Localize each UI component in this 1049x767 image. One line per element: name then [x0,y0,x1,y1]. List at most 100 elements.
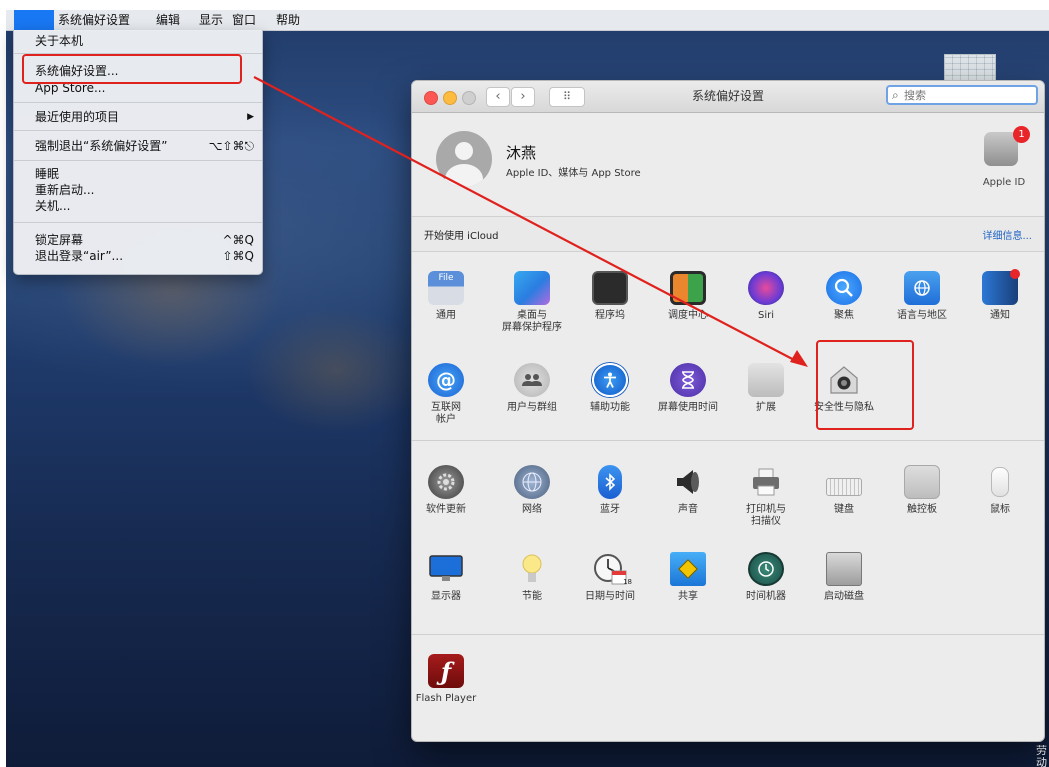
pane-label: 节能 [522,591,542,602]
pane-siri[interactable]: Siri [727,271,805,322]
search-field[interactable]: ⌕ [886,85,1038,105]
printer-icon [748,465,784,499]
display-monitor-icon [428,552,464,586]
menu-separator [14,222,262,223]
menu-item-shutdown[interactable]: 关机... [35,198,254,214]
siri-icon [748,271,784,305]
speaker-icon [670,465,706,499]
search-input[interactable] [904,87,1030,103]
pane-label: 蓝牙 [600,504,620,515]
dock-icon [592,271,628,305]
apple-icon[interactable] [14,10,54,30]
puzzle-piece-icon [748,363,784,397]
general-icon: File [428,271,464,305]
pane-users-groups[interactable]: 用户与群组 [493,363,571,414]
icloud-label: 开始使用 iCloud [424,231,499,242]
pane-general[interactable]: File 通用 [412,271,485,322]
pane-flash-player[interactable]: ƒ Flash Player [412,654,485,705]
clock-calendar-icon: 18 [592,552,632,586]
section-divider [412,634,1044,635]
menu-separator [14,130,262,131]
menu-item-logout[interactable]: 退出登录“air”... ⇧⌘Q [35,248,254,264]
desktop-screensaver-icon [514,271,550,305]
section-divider [412,440,1044,441]
pane-label: 调度中心 [668,310,708,321]
pane-energy-saver[interactable]: 节能 [493,552,571,603]
menu-separator [14,160,262,161]
pane-label: 程序坞 [595,310,625,321]
sharing-folder-icon [670,552,706,586]
user-subtitle: Apple ID、媒体与 App Store [506,168,641,179]
icloud-banner: 开始使用 iCloud 详细信息... [412,216,1044,252]
at-sign-icon: @ [428,363,464,397]
users-icon [514,363,550,397]
pane-label: 鼠标 [990,504,1010,515]
pane-label: 扩展 [756,402,776,413]
pane-desktop-screensaver[interactable]: 桌面与 屏幕保护程序 [493,271,571,334]
pane-keyboard[interactable]: 键盘 [805,465,883,516]
menu-item-restart[interactable]: 重新启动... [35,182,254,198]
calendar-day: 18 [623,578,632,586]
pane-time-machine[interactable]: 时间机器 [727,552,805,603]
pane-language-region[interactable]: 语言与地区 [883,271,961,322]
pane-date-time[interactable]: 18 日期与时间 [571,552,649,603]
user-avatar[interactable] [436,131,492,187]
menu-item-recent-items[interactable]: 最近使用的项目 ▶ [35,109,254,125]
pane-screen-time[interactable]: 屏幕使用时间 [649,363,727,414]
pane-label: 通知 [990,310,1010,321]
menu-help[interactable]: 帮助 [276,10,300,30]
menu-view[interactable]: 显示 [199,10,223,30]
force-quit-shortcut: ⌥⇧⌘⎋ [208,139,254,153]
pane-spotlight[interactable]: 聚焦 [805,271,883,322]
menu-item-force-quit[interactable]: 强制退出“系统偏好设置” ⌥⇧⌘⎋ [35,138,254,154]
apple-id-label: Apple ID [982,177,1026,188]
pane-printers-scanners[interactable]: 打印机与 扫描仪 [727,465,805,528]
pane-sharing[interactable]: 共享 [649,552,727,603]
pane-label: 屏幕使用时间 [658,402,718,413]
menu-item-sleep[interactable]: 睡眠 [35,166,254,182]
pane-label: 软件更新 [426,504,466,515]
mouse-icon [982,465,1018,499]
pane-software-update[interactable]: 软件更新 [412,465,485,516]
pane-accessibility[interactable]: 辅助功能 [571,363,649,414]
pane-label: 日期与时间 [585,591,635,602]
notifications-icon [982,269,1020,305]
submenu-arrow-icon: ▶ [247,112,254,122]
notification-badge: 1 [1013,126,1030,143]
pane-trackpad[interactable]: 触控板 [883,465,961,516]
pane-label: Flash Player [415,693,477,704]
pane-dock[interactable]: 程序坞 [571,271,649,322]
menu-edit[interactable]: 编辑 [156,10,180,30]
menu-window[interactable]: 窗口 [232,10,256,30]
pane-displays[interactable]: 显示器 [412,552,485,603]
globe-flag-icon [904,271,940,305]
pane-label: 网络 [522,504,542,515]
pane-mission-control[interactable]: 调度中心 [649,271,727,322]
pane-label: Siri [757,310,774,321]
pane-extensions[interactable]: 扩展 [727,363,805,414]
account-section: 沐燕 Apple ID、媒体与 App Store 1 Apple ID [412,112,1044,216]
pane-bluetooth[interactable]: 蓝牙 [571,465,649,516]
pane-label: 显示器 [431,591,461,602]
icloud-details-link[interactable]: 详细信息... [982,227,1032,242]
menu-item-lock-screen[interactable]: 锁定屏幕 ^⌘Q [35,232,254,248]
menu-item-about[interactable]: 关于本机 [35,33,254,49]
pane-startup-disk[interactable]: 启动磁盘 [805,552,883,603]
logout-shortcut: ⇧⌘Q [222,249,255,263]
pane-notifications[interactable]: 通知 [961,269,1039,322]
pane-sound[interactable]: 声音 [649,465,727,516]
annotation-highlight-security-privacy [816,340,914,430]
pane-mouse[interactable]: 鼠标 [961,465,1039,516]
pane-internet-accounts[interactable]: @ 互联网 帐户 [412,363,485,426]
pane-label: 打印机与 扫描仪 [746,504,786,527]
pane-label: 共享 [678,591,698,602]
accessibility-icon [592,363,628,397]
pane-network[interactable]: 网络 [493,465,571,516]
user-name: 沐燕 [506,144,537,162]
menu-item-label: 锁定屏幕 [35,233,84,247]
flash-player-icon: ƒ [428,654,464,688]
system-preferences-window: ‹ › ⠿ 系统偏好设置 ⌕ 沐燕 Apple ID、媒体与 App Store… [411,80,1045,742]
lightbulb-icon [514,552,550,586]
bluetooth-icon [598,465,622,499]
menu-system-preferences[interactable]: 系统偏好设置 [58,10,130,30]
